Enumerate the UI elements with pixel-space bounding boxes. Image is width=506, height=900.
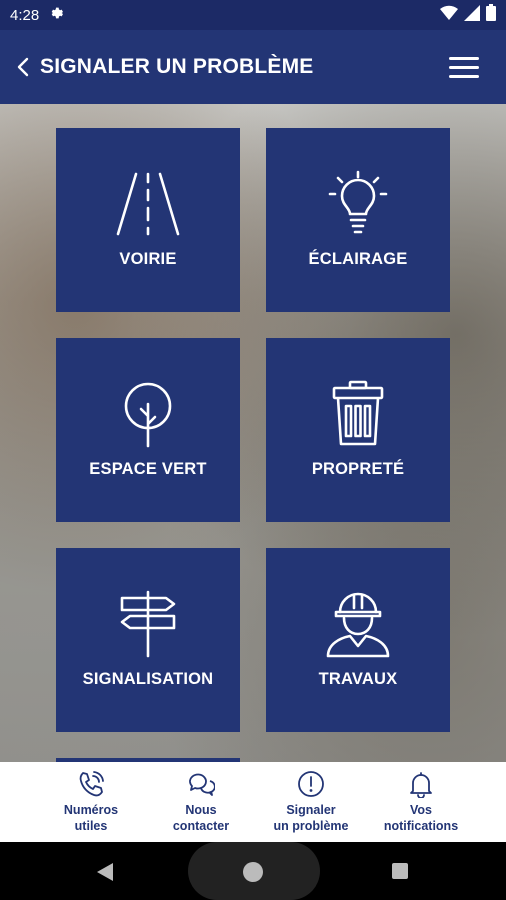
tile-voirie[interactable]: VOIRIE — [56, 128, 240, 312]
home-circle-icon[interactable] — [243, 862, 263, 882]
back-triangle-icon[interactable] — [96, 862, 114, 882]
recent-apps-icon[interactable] — [392, 863, 408, 879]
nav-signaler-un-probleme[interactable]: Signaler un problème — [261, 770, 361, 834]
phone-icon — [79, 771, 104, 797]
nav-label: Vos notifications — [383, 803, 459, 833]
bottom-nav: Numéros utiles Nous contacter Signaler u… — [0, 762, 506, 842]
system-navigation-bar — [0, 842, 506, 900]
nav-vos-notifications[interactable]: Vos notifications — [371, 770, 471, 834]
road-icon — [116, 172, 180, 236]
wifi-icon — [440, 5, 458, 26]
chat-bubbles-icon — [189, 773, 215, 796]
signal-icon — [464, 4, 480, 26]
settings-icon — [49, 5, 65, 26]
tile-label: ESPACE VERT — [89, 460, 207, 478]
tile-label: SIGNALISATION — [82, 670, 214, 688]
chevron-left-icon — [17, 57, 29, 77]
bell-icon — [410, 772, 432, 798]
status-bar: 4:28 — [0, 0, 506, 30]
tile-eclairage[interactable]: ÉCLAIRAGE — [266, 128, 450, 312]
construction-worker-icon — [326, 592, 390, 658]
tile-proprete[interactable]: PROPRETÉ — [266, 338, 450, 522]
back-button[interactable] — [6, 30, 40, 104]
lightbulb-icon — [328, 170, 388, 234]
page-title: SIGNALER UN PROBLÈME — [40, 55, 314, 78]
battery-icon — [486, 4, 496, 26]
tile-label: ÉCLAIRAGE — [308, 250, 408, 268]
nav-label: Signaler un problème — [273, 803, 349, 833]
alert-circle-icon — [298, 771, 324, 797]
app-bar: SIGNALER UN PROBLÈME — [0, 30, 506, 104]
tile-travaux[interactable]: TRAVAUX — [266, 548, 450, 732]
tile-espace-vert[interactable]: ESPACE VERT — [56, 338, 240, 522]
category-grid: VOIRIE ÉCLAIRAGE ESPACE VERT PROPRETÉ SI… — [0, 104, 506, 762]
status-time: 4:28 — [10, 6, 40, 24]
tile-signalisation[interactable]: SIGNALISATION — [56, 548, 240, 732]
menu-button[interactable] — [444, 50, 484, 84]
tile-label: PROPRETÉ — [311, 460, 405, 478]
nav-numeros-utiles[interactable]: Numéros utiles — [41, 770, 141, 834]
tile-label: TRAVAUX — [318, 670, 398, 688]
trash-bin-icon — [332, 380, 384, 446]
tile-label: VOIRIE — [119, 250, 177, 268]
tree-icon — [124, 382, 172, 448]
nav-label: Nous contacter — [172, 803, 230, 833]
nav-label: Numéros utiles — [63, 803, 119, 833]
hamburger-menu-icon — [449, 56, 479, 60]
signpost-icon — [120, 590, 176, 658]
nav-nous-contacter[interactable]: Nous contacter — [151, 770, 251, 834]
